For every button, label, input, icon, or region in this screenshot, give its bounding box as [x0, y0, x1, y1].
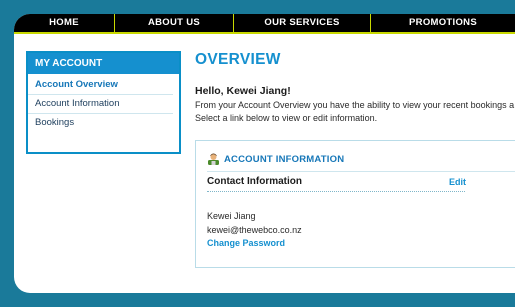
contact-name: Kewei Jiang	[207, 211, 256, 221]
sidebar-item-bookings[interactable]: Bookings	[28, 114, 173, 132]
sidebar-title: MY ACCOUNT	[28, 53, 179, 74]
contact-information-label: Contact Information	[207, 176, 302, 187]
account-sidebar: MY ACCOUNT Account Overview Account Info…	[26, 51, 181, 154]
contact-divider	[207, 190, 465, 192]
top-navigation: HOME ABOUT US OUR SERVICES PROMOTIONS	[14, 14, 515, 32]
user-icon	[208, 153, 219, 165]
nav-item-home[interactable]: HOME	[14, 14, 115, 32]
nav-item-about-us[interactable]: ABOUT US	[115, 14, 234, 32]
contact-email: kewei@thewebco.co.nz	[207, 225, 302, 235]
sidebar-item-account-overview[interactable]: Account Overview	[28, 76, 173, 95]
intro-text-line-2: Select a link below to view or edit info…	[195, 113, 378, 123]
nav-accent-bar	[14, 32, 515, 34]
account-information-panel: ACCOUNT INFORMATION Contact Information …	[195, 140, 515, 268]
edit-contact-link[interactable]: Edit	[449, 177, 466, 187]
account-information-header: ACCOUNT INFORMATION	[207, 153, 344, 165]
nav-item-promotions[interactable]: PROMOTIONS	[371, 14, 515, 32]
page-title: OVERVIEW	[195, 51, 281, 68]
greeting-text: Hello, Kewei Jiang!	[195, 85, 291, 97]
sidebar-item-account-information[interactable]: Account Information	[28, 95, 173, 114]
browser-frame: HOME ABOUT US OUR SERVICES PROMOTIONS MY…	[14, 14, 515, 293]
intro-text-line-1: From your Account Overview you have the …	[195, 100, 515, 110]
change-password-link[interactable]: Change Password	[207, 238, 285, 248]
account-information-heading: ACCOUNT INFORMATION	[224, 153, 345, 165]
nav-item-our-services[interactable]: OUR SERVICES	[234, 14, 371, 32]
panel-divider	[207, 171, 515, 172]
